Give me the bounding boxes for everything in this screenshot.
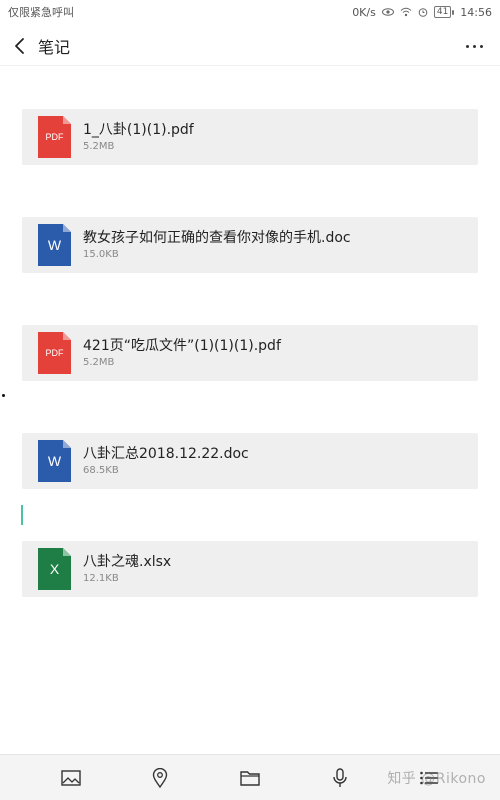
notes-screen: 仅限紧急呼叫 0K/s 41 14:56 笔记 PDF 1_八卦(1)(1).p… [0,0,500,800]
location-icon [153,767,168,788]
carrier-text: 仅限紧急呼叫 [8,6,74,19]
file-attachment-card[interactable]: W 八卦汇总2018.12.22.doc 68.5KB [22,433,478,489]
network-speed: 0K/s [352,5,376,19]
word-file-icon: W [38,440,71,482]
file-name: 1_八卦(1)(1).pdf [83,121,194,138]
insert-image-button[interactable] [53,760,89,796]
pdf-file-icon: PDF [38,332,71,374]
file-name: 421页“吃瓜文件”(1)(1)(1).pdf [83,337,281,354]
file-size: 12.1KB [83,572,119,584]
battery-icon: 41 [433,6,455,18]
checklist-button[interactable] [411,760,447,796]
file-icon-label: PDF [45,348,64,358]
file-attachment-card[interactable]: X 八卦之魂.xlsx 12.1KB [22,541,478,597]
bullet-dot [2,394,5,397]
status-left: 仅限紧急呼叫 [8,4,74,20]
file-name: 八卦之魂.xlsx [83,553,172,570]
file-size: 5.2MB [83,140,115,152]
file-icon-label: X [49,561,60,577]
bottom-toolbar [0,754,500,800]
file-icon-label: PDF [45,132,64,142]
file-size: 5.2MB [83,356,115,368]
text-cursor[interactable] [21,505,23,525]
status-right: 0K/s 41 14:56 [352,6,492,19]
microphone-icon [332,767,347,787]
clock-time: 14:56 [460,5,492,19]
page-title: 笔记 [38,37,71,57]
checklist-icon [420,771,439,784]
pdf-file-icon: PDF [38,116,71,158]
insert-file-button[interactable] [232,760,268,796]
app-header: 笔记 [0,26,500,66]
wifi-icon [400,7,412,17]
folder-icon [240,770,260,786]
insert-location-button[interactable] [142,760,178,796]
more-options-button[interactable] [458,30,490,62]
file-name: 教女孩子如何正确的查看你对像的手机.doc [83,229,351,246]
file-attachment-card[interactable]: PDF 1_八卦(1)(1).pdf 5.2MB [22,109,478,165]
word-file-icon: W [38,224,71,266]
file-icon-label: W [47,453,62,469]
file-name: 八卦汇总2018.12.22.doc [83,445,249,462]
file-attachment-card[interactable]: PDF 421页“吃瓜文件”(1)(1)(1).pdf 5.2MB [22,325,478,381]
file-size: 68.5KB [83,464,119,476]
battery-level: 41 [433,6,452,18]
status-bar: 仅限紧急呼叫 0K/s 41 14:56 [0,0,500,24]
file-size: 15.0KB [83,248,119,260]
voice-record-button[interactable] [322,760,358,796]
alarm-icon [418,7,428,17]
chevron-left-icon [15,37,24,54]
excel-file-icon: X [38,548,71,590]
eye-icon [381,8,394,16]
file-icon-label: W [47,237,62,253]
image-icon [61,769,81,786]
back-button[interactable] [2,28,38,64]
file-attachment-card[interactable]: W 教女孩子如何正确的查看你对像的手机.doc 15.0KB [22,217,478,273]
